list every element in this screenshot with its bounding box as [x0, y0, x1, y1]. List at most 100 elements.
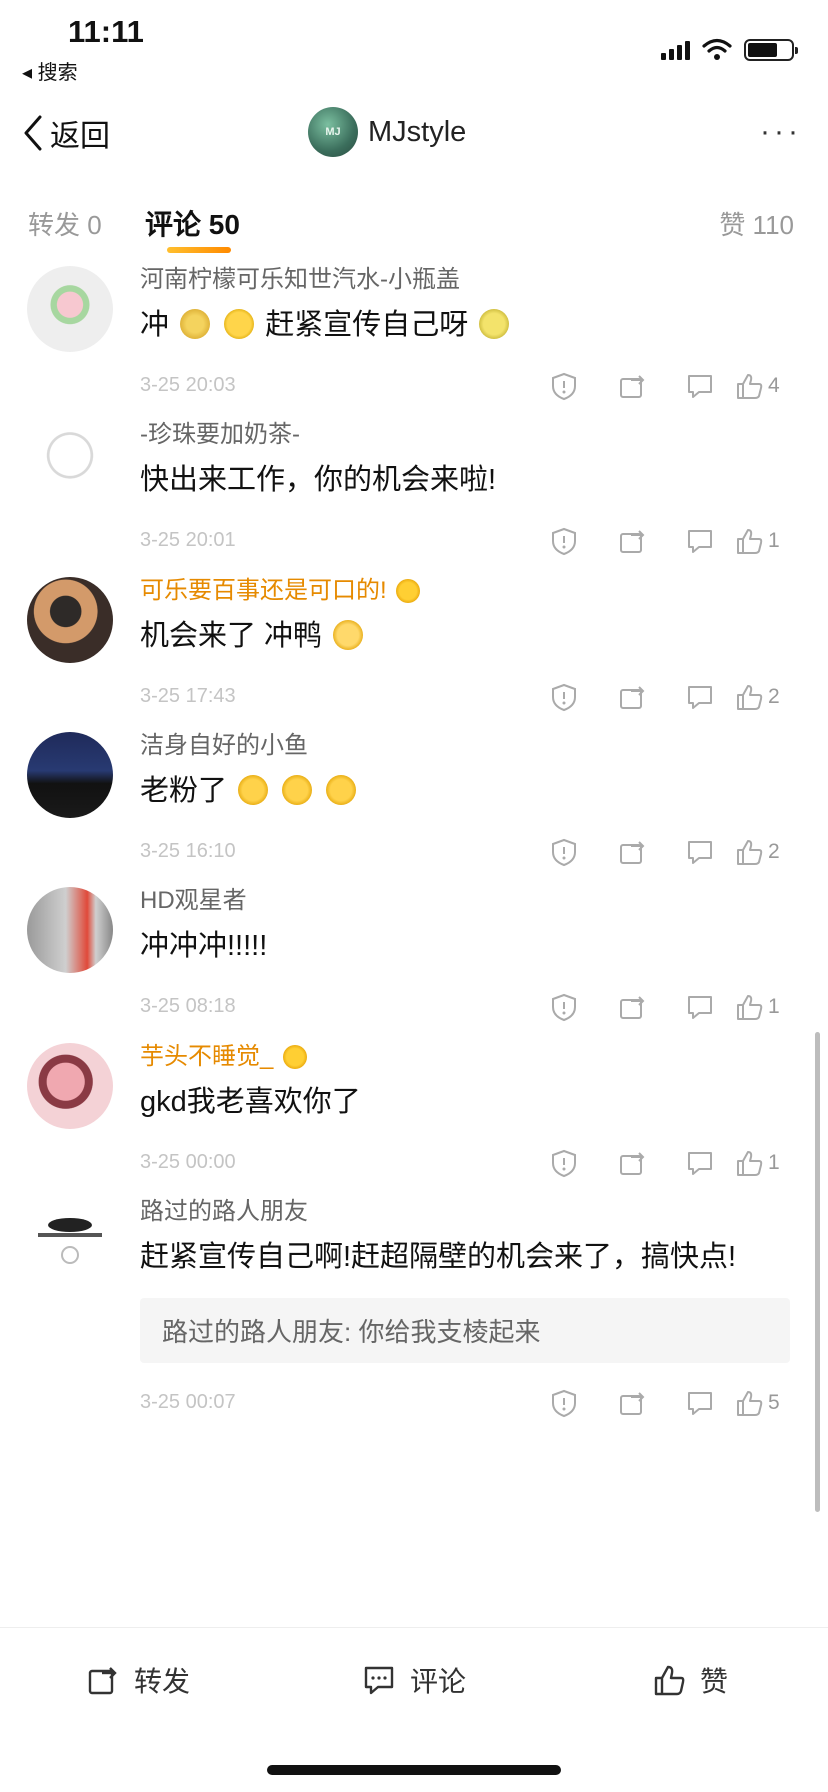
commenter-name[interactable]: 可乐要百事还是可口的!	[140, 573, 800, 607]
list-item: 河南柠檬可乐知世汽水-小瓶盖 冲 赶紧宣传自己呀 3-25 20:03 4	[0, 262, 828, 417]
avatar[interactable]	[27, 421, 113, 507]
like-button[interactable]: 1	[734, 523, 800, 559]
list-item: HD观星者 冲冲冲!!!!! 3-25 08:18 1	[0, 883, 828, 1039]
commenter-name[interactable]: 路过的路人朋友	[140, 1194, 800, 1228]
like-button[interactable]: 4	[734, 368, 800, 404]
share-button[interactable]	[598, 834, 666, 870]
like-button[interactable]: 赞	[652, 1660, 728, 1700]
reply-button[interactable]	[666, 989, 734, 1025]
avatar[interactable]	[27, 732, 113, 818]
thumbs-up-icon	[737, 1391, 763, 1416]
comment-icon	[364, 1666, 394, 1695]
avatar[interactable]: MJ	[308, 107, 358, 157]
reply-button[interactable]	[666, 1385, 734, 1421]
report-button[interactable]	[530, 679, 598, 715]
cry-emoji-icon	[326, 775, 357, 805]
commenter-name[interactable]: 河南柠檬可乐知世汽水-小瓶盖	[140, 262, 800, 296]
profile-header[interactable]: MJ MJstyle	[308, 107, 466, 157]
comment-text: 机会来了 冲鸭	[140, 615, 800, 657]
comment-list[interactable]: 河南柠檬可乐知世汽水-小瓶盖 冲 赶紧宣传自己呀 3-25 20:03 4 -珍…	[0, 262, 828, 1630]
like-count: 2	[768, 685, 780, 708]
like-button[interactable]: 1	[734, 1145, 800, 1181]
tab-repost[interactable]: 转发 0	[28, 205, 102, 242]
share-icon	[620, 530, 645, 553]
repost-button[interactable]: 转发	[86, 1660, 190, 1700]
like-button[interactable]: 2	[734, 679, 800, 715]
avatar[interactable]	[27, 1198, 113, 1284]
back-label: 返回	[50, 120, 110, 153]
commenter-name[interactable]: 洁身自好的小鱼	[140, 728, 800, 762]
comment-actions: 5	[530, 1385, 800, 1421]
comment-button[interactable]: 评论	[362, 1660, 466, 1700]
comment-time: 3-25 17:43	[140, 685, 236, 707]
cry-emoji-icon	[238, 775, 269, 805]
alert-shield-icon	[552, 838, 576, 867]
list-item: 芋头不睡觉_ gkd我老喜欢你了 3-25 00:00 1	[0, 1039, 828, 1194]
share-icon	[620, 375, 645, 398]
commenter-name[interactable]: 芋头不睡觉_	[140, 1039, 800, 1073]
alert-shield-icon	[552, 993, 576, 1022]
reply-button[interactable]	[666, 368, 734, 404]
comment-text: 冲冲冲!!!!!	[140, 930, 268, 962]
comment-footer: 3-25 17:43 2	[140, 679, 800, 723]
back-button[interactable]: 返回	[22, 111, 110, 155]
like-button[interactable]: 5	[734, 1385, 800, 1421]
reply-button[interactable]	[666, 834, 734, 870]
share-button[interactable]	[598, 1145, 666, 1181]
alert-shield-icon	[552, 527, 576, 556]
share-button[interactable]	[598, 368, 666, 404]
report-button[interactable]	[530, 989, 598, 1025]
more-options-button[interactable]: ···	[760, 115, 802, 149]
logo-icon	[38, 1218, 102, 1264]
comment-text: 快出来工作，你的机会来啦!	[140, 464, 497, 496]
like-count: 1	[768, 1151, 780, 1174]
comment-icon	[688, 375, 712, 398]
avatar[interactable]	[27, 577, 113, 663]
report-button[interactable]	[530, 1145, 598, 1181]
reply-button[interactable]	[666, 1145, 734, 1181]
thumbs-up-icon	[654, 1665, 685, 1696]
avatar[interactable]	[27, 266, 113, 352]
commenter-name[interactable]: -珍珠要加奶茶-	[140, 417, 800, 451]
smile-emoji-icon	[333, 620, 364, 650]
comment-text: gkd我老喜欢你了	[140, 1086, 361, 1118]
comment-footer: 3-25 08:18 1	[140, 989, 800, 1033]
report-button[interactable]	[530, 834, 598, 870]
report-button[interactable]	[530, 523, 598, 559]
home-indicator[interactable]	[267, 1765, 561, 1775]
report-button[interactable]	[530, 1385, 598, 1421]
comment-icon	[688, 841, 712, 864]
report-button[interactable]	[530, 368, 598, 404]
commenter-name[interactable]: HD观星者	[140, 883, 800, 917]
share-button[interactable]	[598, 523, 666, 559]
tab-comment[interactable]: 评论 50	[145, 203, 240, 243]
share-icon	[620, 1152, 645, 1175]
comment-actions: 1	[530, 989, 800, 1025]
scrollbar[interactable]	[815, 1032, 820, 1512]
reply-button[interactable]	[666, 523, 734, 559]
avatar[interactable]	[27, 887, 113, 973]
comment-time: 3-25 08:18	[140, 995, 236, 1017]
tab-like[interactable]: 赞 110	[719, 205, 794, 242]
alert-shield-icon	[552, 372, 576, 401]
comment-icon	[688, 1152, 712, 1175]
share-icon	[620, 686, 645, 709]
thumbs-up-icon	[737, 995, 763, 1020]
comment-footer: 3-25 16:10 2	[140, 834, 800, 878]
comment-actions: 2	[530, 834, 800, 870]
reply-button[interactable]	[666, 679, 734, 715]
like-button[interactable]: 1	[734, 989, 800, 1025]
avatar[interactable]	[27, 1043, 113, 1129]
alert-shield-icon	[552, 1149, 576, 1178]
share-button[interactable]	[598, 679, 666, 715]
reply-preview[interactable]: 路过的路人朋友: 你给我支棱起来	[140, 1298, 790, 1363]
share-button[interactable]	[598, 989, 666, 1025]
like-count: 2	[768, 840, 780, 863]
share-button[interactable]	[598, 1385, 666, 1421]
back-to-app-link[interactable]: ◂ 搜索	[22, 56, 78, 85]
comment-time: 3-25 20:03	[140, 374, 236, 396]
alert-shield-icon	[552, 1389, 576, 1418]
status-time: 11:11	[68, 14, 144, 49]
comment-footer: 3-25 20:01 1	[140, 523, 800, 567]
like-button[interactable]: 2	[734, 834, 800, 870]
